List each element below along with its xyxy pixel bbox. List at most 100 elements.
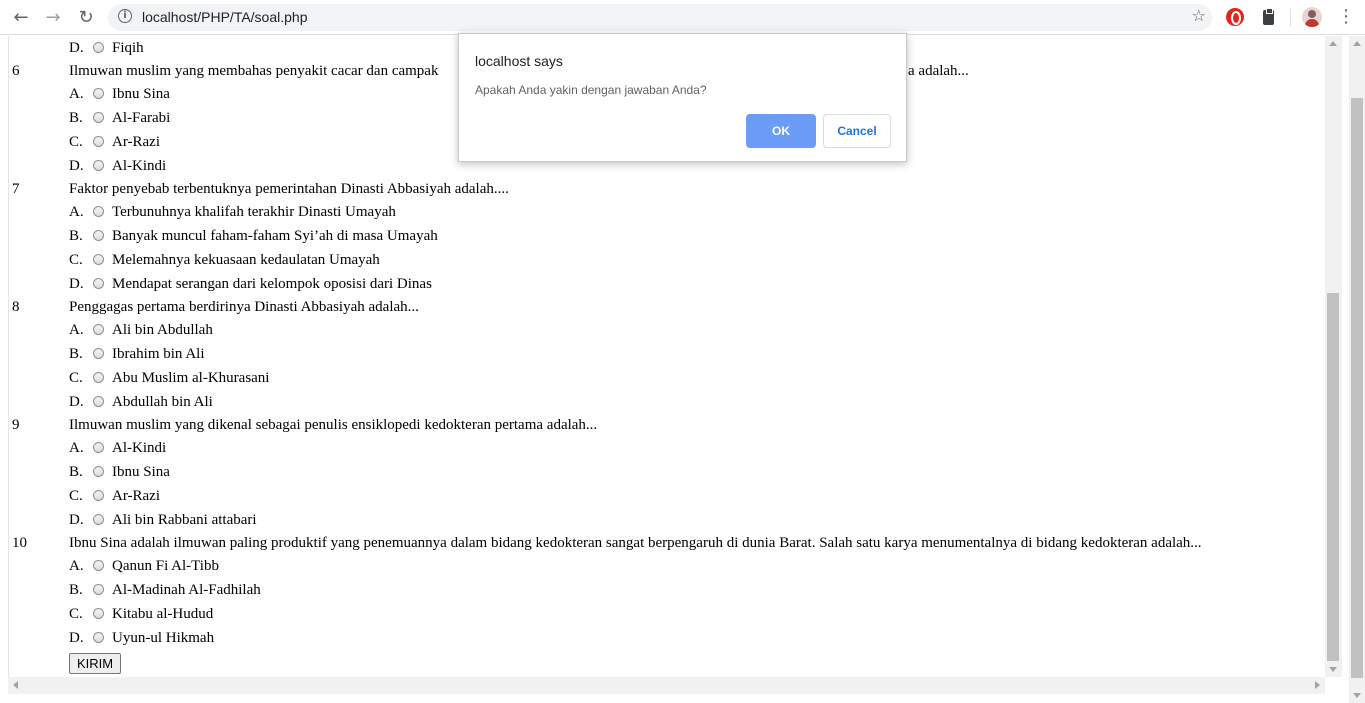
question-text-tail: a adalah... [908, 63, 969, 79]
info-icon[interactable]: i [118, 9, 132, 23]
question-number: 9 [12, 417, 20, 433]
option-row[interactable]: D. Uyun-ul Hikmah [69, 630, 214, 647]
radio-button[interactable] [93, 41, 104, 53]
option-row[interactable]: C. Ar-Razi [69, 134, 160, 151]
scroll-up-arrow-icon[interactable] [1329, 41, 1337, 46]
scroll-right-arrow-icon[interactable] [1315, 681, 1320, 689]
option-letter: A. [69, 440, 84, 456]
option-row[interactable]: C. Ar-Razi [69, 488, 160, 505]
page-vertical-scrollbar[interactable] [1349, 36, 1365, 703]
option-row[interactable]: B. Ibrahim bin Ali [69, 346, 205, 363]
clipboard-extension-icon[interactable] [1260, 8, 1278, 26]
question-text: Ilmuwan muslim yang membahas penyakit ca… [69, 63, 439, 79]
option-row[interactable]: B. Al-Farabi [69, 110, 170, 127]
option-label: Fiqih [112, 40, 144, 56]
dialog-message: Apakah Anda yakin dengan jawaban Anda? [475, 83, 707, 97]
scrollbar-thumb[interactable] [1327, 293, 1339, 661]
option-label: Kitabu al-Hudud [112, 606, 214, 622]
radio-button[interactable] [93, 87, 104, 99]
option-row[interactable]: A. Qanun Fi Al-Tibb [69, 558, 219, 575]
option-row[interactable]: D. Abdullah bin Ali [69, 394, 213, 411]
radio-button[interactable] [93, 277, 104, 289]
radio-button[interactable] [93, 253, 104, 265]
confirm-dialog: localhost says Apakah Anda yakin dengan … [458, 33, 907, 162]
option-row[interactable]: C. Kitabu al-Hudud [69, 606, 213, 623]
option-letter: D. [69, 276, 84, 292]
profile-avatar[interactable] [1302, 7, 1322, 27]
frame-horizontal-scrollbar[interactable] [8, 677, 1325, 694]
option-label: Ar-Razi [112, 488, 161, 504]
radio-button[interactable] [93, 583, 104, 595]
option-row[interactable]: D. Mendapat serangan dari kelompok oposis… [69, 276, 432, 293]
scroll-up-arrow-icon[interactable] [1353, 41, 1361, 46]
scrollbar-thumb[interactable] [1351, 98, 1363, 678]
star-icon[interactable]: ☆ [1192, 6, 1206, 25]
option-row[interactable]: A. Ali bin Abdullah [69, 322, 213, 339]
option-row[interactable]: A. Terbunuhnya khalifah terakhir Dinasti … [69, 204, 396, 221]
option-row[interactable]: A. Ibnu Sina [69, 86, 170, 103]
radio-button[interactable] [93, 159, 104, 171]
option-label: Banyak muncul faham-faham Syi’ah di masa… [112, 228, 438, 244]
option-label: Terbunuhnya khalifah terakhir Dinasti Um… [112, 204, 396, 220]
radio-button[interactable] [93, 489, 104, 501]
radio-button[interactable] [93, 347, 104, 359]
question-number: 8 [12, 299, 20, 315]
question-number: 6 [12, 63, 20, 79]
radio-button[interactable] [93, 323, 104, 335]
url-text[interactable]: localhost/PHP/TA/soal.php [142, 9, 308, 25]
option-letter: D. [69, 158, 84, 174]
radio-button[interactable] [93, 607, 104, 619]
radio-button[interactable] [93, 135, 104, 147]
radio-button[interactable] [93, 205, 104, 217]
option-label: Abdullah bin Ali [112, 394, 213, 410]
ok-button[interactable]: OK [746, 114, 816, 148]
frame-border [8, 36, 9, 677]
radio-button[interactable] [93, 395, 104, 407]
option-row[interactable]: D. Fiqih [69, 40, 144, 57]
option-label: Ali bin Abdullah [112, 322, 213, 338]
option-row[interactable]: C. Melemahnya kekuasaan kedaulatan Umayah [69, 252, 380, 269]
forward-icon[interactable]: → [41, 5, 65, 29]
radio-button[interactable] [93, 465, 104, 477]
radio-button[interactable] [93, 559, 104, 571]
back-icon[interactable]: ← [9, 5, 33, 29]
frame-vertical-scrollbar[interactable] [1325, 36, 1342, 677]
option-row[interactable]: B. Banyak muncul faham-faham Syi’ah di ma… [69, 228, 438, 245]
option-row[interactable]: B. Al-Madinah Al-Fadhilah [69, 582, 261, 599]
option-label: Abu Muslim al-Khurasani [112, 370, 270, 386]
adblock-extension-icon[interactable] [1226, 8, 1244, 26]
option-row[interactable]: D. Al-Kindi [69, 158, 166, 175]
option-row[interactable]: D. Ali bin Rabbani attabari [69, 512, 257, 529]
radio-button[interactable] [93, 229, 104, 241]
submit-button[interactable]: KIRIM [69, 653, 122, 674]
option-row[interactable]: A. Al-Kindi [69, 440, 166, 457]
radio-button[interactable] [93, 371, 104, 383]
radio-button[interactable] [93, 631, 104, 643]
radio-button[interactable] [93, 111, 104, 123]
option-label: Ibnu Sina [112, 464, 170, 480]
option-label: Melemahnya kekuasaan kedaulatan Umayah [112, 252, 380, 268]
scroll-down-arrow-icon[interactable] [1353, 693, 1361, 698]
option-letter: A. [69, 204, 84, 220]
option-row[interactable]: C. Abu Muslim al-Khurasani [69, 370, 269, 387]
radio-button[interactable] [93, 513, 104, 525]
radio-button[interactable] [93, 441, 104, 453]
vertical-dots-icon[interactable]: ⋮ [1337, 6, 1355, 27]
address-bar[interactable]: i localhost/PHP/TA/soal.php ☆ [108, 4, 1212, 31]
option-letter: C. [69, 370, 83, 386]
option-label: Qanun Fi Al-Tibb [112, 558, 219, 574]
question-number: 7 [12, 181, 20, 197]
scroll-left-arrow-icon[interactable] [13, 681, 18, 689]
option-letter: D. [69, 40, 84, 56]
dialog-title: localhost says [475, 53, 563, 69]
option-letter: B. [69, 464, 83, 480]
option-label: Mendapat serangan dari kelompok oposisi … [112, 276, 432, 292]
question-text: Ibnu Sina adalah ilmuwan paling produkti… [69, 535, 1202, 551]
cancel-button[interactable]: Cancel [823, 114, 891, 148]
option-label: Ibrahim bin Ali [112, 346, 205, 362]
question-text: Ilmuwan muslim yang dikenal sebagai penu… [69, 417, 598, 433]
reload-icon[interactable]: ↻ [74, 5, 98, 29]
option-label: Al-Farabi [112, 110, 171, 126]
option-row[interactable]: B. Ibnu Sina [69, 464, 170, 481]
scroll-down-arrow-icon[interactable] [1329, 667, 1337, 672]
